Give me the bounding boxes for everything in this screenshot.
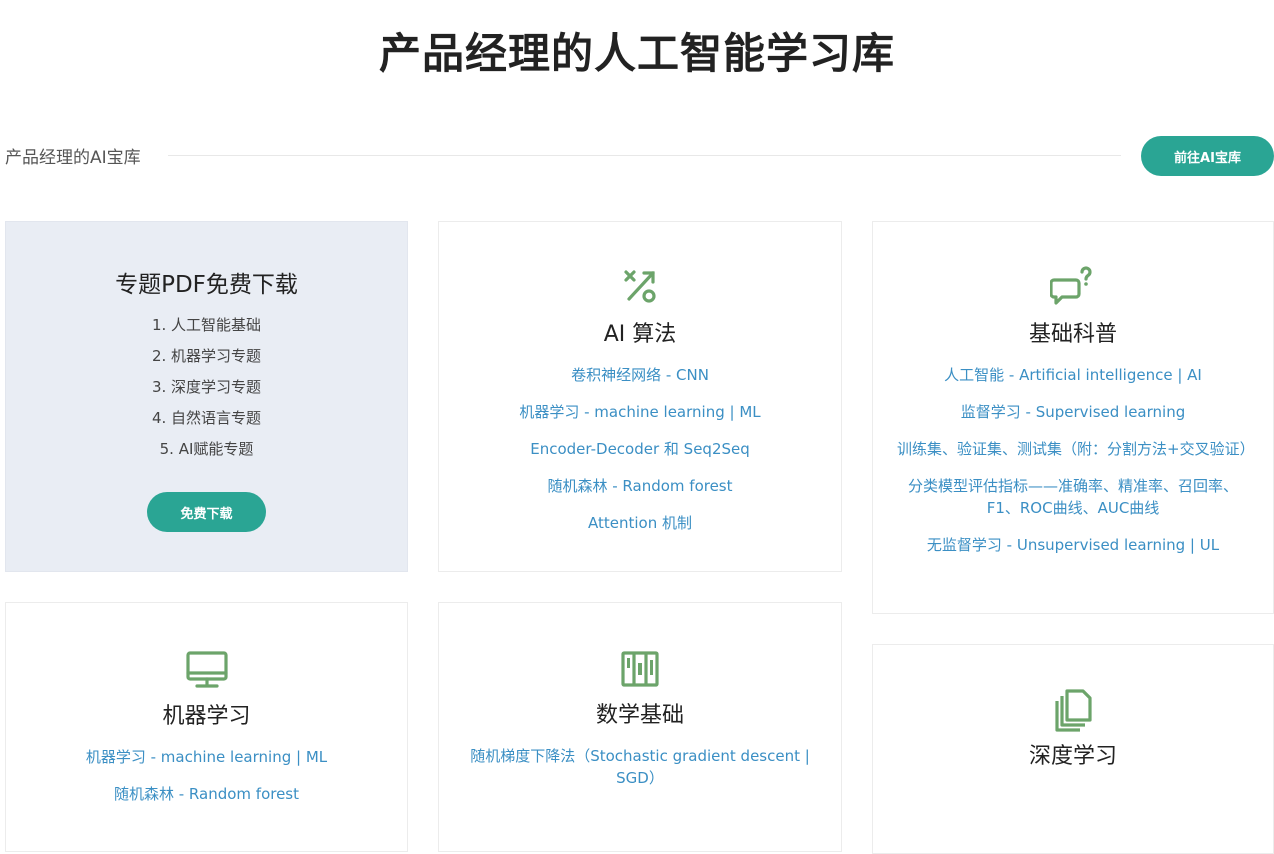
card-title: 数学基础 [595,703,684,728]
article-link[interactable]: Attention 机制 [588,514,692,532]
section-divider [168,155,1121,156]
pdf-download-card: 专题PDF免费下载 1. 人工智能基础 2. 机器学习专题 3. 深度学习专题 … [5,221,408,572]
article-link[interactable]: 卷积神经网络 - CNN [571,366,709,384]
pdf-topic-item: 5. AI赋能专题 [159,440,254,458]
percent-icon [624,270,656,303]
link-list: 人工智能 - Artificial intelligence | AI 监督学习… [873,364,1273,556]
free-download-button[interactable]: 免费下载 [147,492,266,532]
pdf-topic-item: 2. 机器学习专题 [151,347,262,365]
card-title: 基础科普 [1028,322,1117,347]
pdf-topic-list: 1. 人工智能基础 2. 机器学习专题 3. 深度学习专题 4. 自然语言专题 … [6,315,407,460]
monitor-icon [185,651,228,688]
article-link[interactable]: 随机梯度下降法（Stochastic gradient descent | SG… [470,747,810,787]
article-link[interactable]: 训练集、验证集、测试集（附：分割方法+交叉验证） [897,440,1255,458]
chat-question-icon [1050,266,1092,305]
article-link[interactable]: 随机森林 - Random forest [114,785,299,803]
pdf-topic-item: 4. 自然语言专题 [151,409,262,427]
section-header: 产品经理的AI宝库 前往AI宝库 [5,134,1274,176]
card-title: AI 算法 [603,322,677,347]
link-list: 机器学习 - machine learning | ML 随机森林 - Rand… [6,746,407,805]
card-machine-learning: 机器学习 机器学习 - machine learning | ML 随机森林 -… [5,602,408,852]
link-list: 随机梯度下降法（Stochastic gradient descent | SG… [439,745,841,789]
article-link[interactable]: Encoder-Decoder 和 Seq2Seq [530,440,750,458]
section-label: 产品经理的AI宝库 [5,148,141,168]
article-link[interactable]: 随机森林 - Random forest [547,477,732,495]
card-basic-science: 基础科普 人工智能 - Artificial intelligence | AI… [872,221,1274,614]
article-link[interactable]: 机器学习 - machine learning | ML [519,403,760,421]
pdf-topic-item: 1. 人工智能基础 [151,316,262,334]
go-to-ai-library-button[interactable]: 前往AI宝库 [1141,136,1274,176]
article-link[interactable]: 无监督学习 - Unsupervised learning | UL [927,536,1219,554]
article-link[interactable]: 监督学习 - Supervised learning [961,403,1185,421]
card-ai-algorithm: AI 算法 卷积神经网络 - CNN 机器学习 - machine learni… [438,221,842,572]
card-title: 深度学习 [1028,744,1117,769]
article-link[interactable]: 人工智能 - Artificial intelligence | AI [944,366,1202,384]
columns-icon [621,651,659,687]
article-link[interactable]: 机器学习 - machine learning | ML [86,748,327,766]
pdf-topic-item: 3. 深度学习专题 [151,378,262,396]
page-title: 产品经理的人工智能学习库 [378,29,895,78]
card-math-basics: 数学基础 随机梯度下降法（Stochastic gradient descent… [438,602,842,852]
card-title: 机器学习 [162,704,251,729]
card-deep-learning: 深度学习 [872,644,1274,854]
link-list: 卷积神经网络 - CNN 机器学习 - machine learning | M… [439,364,841,534]
article-link[interactable]: 分类模型评估指标——准确率、精准率、召回率、F1、ROC曲线、AUC曲线 [908,477,1238,517]
files-icon [1055,689,1092,732]
pdf-card-title: 专题PDF免费下载 [115,272,298,298]
